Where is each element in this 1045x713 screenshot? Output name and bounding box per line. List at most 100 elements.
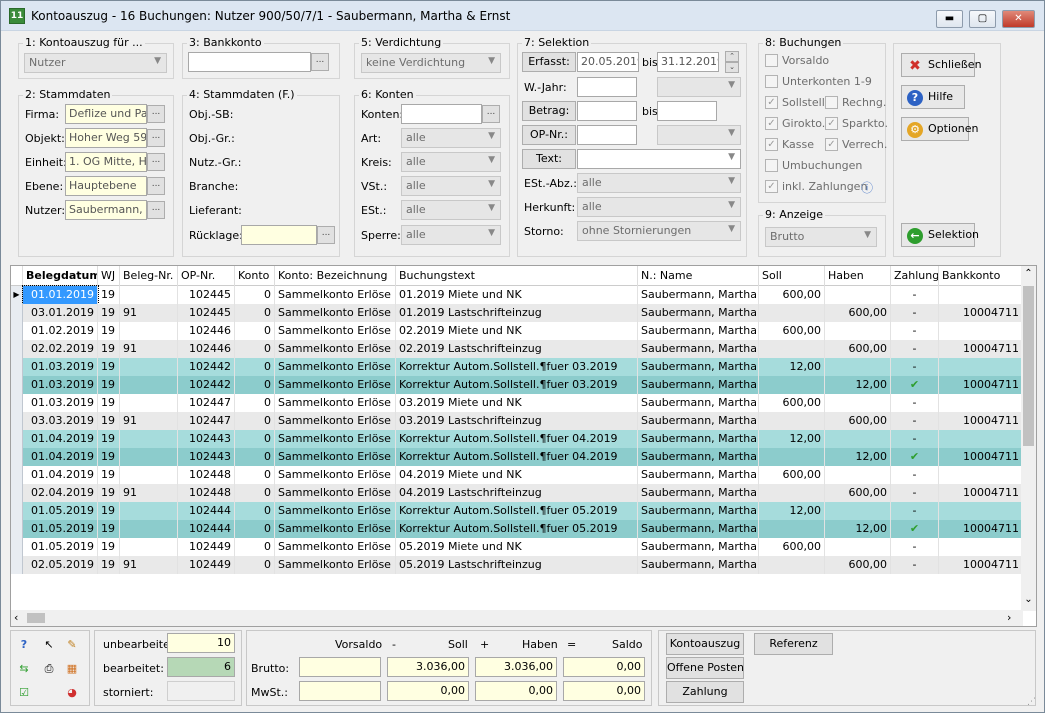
row-selector[interactable]: [11, 538, 23, 556]
row-selector[interactable]: [11, 340, 23, 358]
column-header[interactable]: Haben: [825, 266, 891, 286]
sperre-select[interactable]: alle ▼: [401, 225, 501, 245]
spin-up-button[interactable]: ⌃: [725, 51, 739, 62]
row-selector[interactable]: [11, 394, 23, 412]
row-selector[interactable]: [11, 322, 23, 340]
einheit-field[interactable]: 1. OG Mitte, Ho: [65, 152, 147, 172]
opnr-select[interactable]: ▼: [657, 125, 741, 145]
vorsaldo-checkbox[interactable]: [765, 54, 778, 67]
table-row[interactable]: 03.01.2019 19 91 102445 0 Sammelkonto Erlöse 0…: [11, 304, 1023, 322]
offene-posten-button[interactable]: Offene Posten: [666, 657, 744, 679]
column-header[interactable]: OP-Nr.: [178, 266, 235, 286]
anzeige-select[interactable]: Brutto ▼: [765, 227, 877, 247]
close-window-button[interactable]: ✕: [1002, 10, 1035, 28]
grid-icon[interactable]: ▦: [63, 659, 81, 677]
column-header[interactable]: Belegdatum: [23, 266, 98, 286]
inkl-zahlungen-checkbox[interactable]: ✓: [765, 180, 778, 193]
checkbox-icon[interactable]: ☑: [15, 683, 33, 701]
wjahr-select[interactable]: ▼: [657, 77, 741, 97]
betrag-to-field[interactable]: [657, 101, 717, 121]
row-selector[interactable]: [11, 502, 23, 520]
row-selector[interactable]: [11, 466, 23, 484]
kontoauszug-button[interactable]: Kontoauszug: [666, 633, 744, 655]
horizontal-scrollbar[interactable]: ‹ ›: [11, 610, 1023, 626]
column-header[interactable]: Konto: Bezeichnung: [275, 266, 396, 286]
table-row[interactable]: 02.02.2019 19 91 102446 0 Sammelkonto Erlöse 0…: [11, 340, 1023, 358]
maximize-button[interactable]: ▢: [969, 10, 996, 28]
row-selector[interactable]: [11, 484, 23, 502]
table-row[interactable]: 01.05.2019 19 102444 0 Sammelkonto Erlöse Kor…: [11, 520, 1023, 538]
row-selector[interactable]: [11, 376, 23, 394]
spin-down-button[interactable]: ⌄: [725, 62, 739, 73]
column-header[interactable]: Soll: [759, 266, 825, 286]
nutzer-browse-button[interactable]: ...: [147, 201, 165, 219]
row-selector[interactable]: [11, 556, 23, 574]
sparkto-checkbox[interactable]: ✓: [825, 117, 838, 130]
betrag-button[interactable]: Betrag:: [522, 101, 576, 121]
rechng-checkbox[interactable]: [825, 96, 838, 109]
ebene-browse-button[interactable]: ...: [147, 177, 165, 195]
verdichtung-select[interactable]: keine Verdichtung ▼: [361, 53, 501, 73]
column-header[interactable]: Buchungstext: [396, 266, 638, 286]
erfasst-button[interactable]: Erfasst:: [522, 52, 576, 72]
objekt-field[interactable]: Hoher Weg 59 ·: [65, 128, 147, 148]
column-header[interactable]: N.: Name: [638, 266, 759, 286]
objekt-browse-button[interactable]: ...: [147, 129, 165, 147]
column-header[interactable]: WJ: [98, 266, 120, 286]
referenz-button[interactable]: Referenz: [754, 633, 833, 655]
table-row[interactable]: 01.05.2019 19 102449 0 Sammelkonto Erlöse 05.…: [11, 538, 1023, 556]
info-icon[interactable]: ⓘ: [861, 179, 873, 196]
hscroll-thumb[interactable]: [27, 613, 45, 623]
optionen-button[interactable]: ⚙ Optionen: [901, 117, 978, 141]
wjahr-field[interactable]: [577, 77, 637, 97]
ruecklage-browse-button[interactable]: ...: [317, 226, 335, 244]
scroll-thumb[interactable]: [1023, 286, 1034, 446]
kasse-checkbox[interactable]: ✓: [765, 138, 778, 151]
firma-browse-button[interactable]: ...: [147, 105, 165, 123]
estabz-select[interactable]: alle ▼: [577, 173, 741, 193]
table-row[interactable]: 01.03.2019 19 102447 0 Sammelkonto Erlöse 03.…: [11, 394, 1023, 412]
betrag-from-field[interactable]: [577, 101, 637, 121]
verrech-checkbox[interactable]: ✓: [825, 138, 838, 151]
table-row[interactable]: 01.03.2019 19 102442 0 Sammelkonto Erlöse Kor…: [11, 358, 1023, 376]
umbuchungen-checkbox[interactable]: [765, 159, 778, 172]
table-row[interactable]: 02.05.2019 19 91 102449 0 Sammelkonto Erlöse 0…: [11, 556, 1023, 574]
pie-chart-icon[interactable]: ◕: [63, 683, 81, 701]
opnr-field[interactable]: [577, 125, 637, 145]
vst-select[interactable]: alle ▼: [401, 176, 501, 196]
text-button[interactable]: Text:: [522, 149, 576, 169]
est-select[interactable]: alle ▼: [401, 200, 501, 220]
row-selector[interactable]: ▶: [11, 286, 23, 304]
erfasst-to-field[interactable]: 31.12.2019: [657, 52, 719, 72]
opnr-button[interactable]: OP-Nr.:: [522, 125, 576, 145]
row-selector[interactable]: [11, 412, 23, 430]
selektion-button[interactable]: ← Selektion: [901, 223, 979, 247]
row-selector[interactable]: [11, 430, 23, 448]
table-row[interactable]: 01.05.2019 19 102444 0 Sammelkonto Erlöse Kor…: [11, 502, 1023, 520]
storno-select[interactable]: ohne Stornierungen ▼: [577, 221, 741, 241]
sollstell-checkbox[interactable]: ✓: [765, 96, 778, 109]
herkunft-select[interactable]: alle ▼: [577, 197, 741, 217]
firma-field[interactable]: Deflize und Part: [65, 104, 147, 124]
table-row[interactable]: 02.04.2019 19 91 102448 0 Sammelkonto Erlöse 0…: [11, 484, 1023, 502]
kontoauszug-fuer-select[interactable]: Nutzer ▼: [24, 53, 167, 73]
help-icon[interactable]: ?: [15, 635, 33, 653]
einheit-browse-button[interactable]: ...: [147, 153, 165, 171]
table-row[interactable]: 01.03.2019 19 102442 0 Sammelkonto Erlöse Kor…: [11, 376, 1023, 394]
minimize-button[interactable]: ▬: [936, 10, 963, 28]
row-selector[interactable]: [11, 448, 23, 466]
column-header[interactable]: Bankkonto: [939, 266, 1023, 286]
bankkonto-browse-button[interactable]: ...: [311, 53, 329, 71]
ruecklage-field[interactable]: [241, 225, 317, 245]
pencil-icon[interactable]: ✎: [63, 635, 81, 653]
row-selector[interactable]: [11, 520, 23, 538]
table-row[interactable]: 01.02.2019 19 102446 0 Sammelkonto Erlöse 02.…: [11, 322, 1023, 340]
bankkonto-field[interactable]: [188, 52, 311, 72]
scroll-right-icon[interactable]: ›: [1007, 611, 1011, 624]
table-row[interactable]: 01.04.2019 19 102448 0 Sammelkonto Erlöse 04.…: [11, 466, 1023, 484]
kreis-select[interactable]: alle ▼: [401, 152, 501, 172]
hilfe-button[interactable]: ? Hilfe: [901, 85, 965, 109]
girokto-checkbox[interactable]: ✓: [765, 117, 778, 130]
scroll-down-icon[interactable]: ⌄: [1023, 594, 1034, 605]
table-row[interactable]: 01.04.2019 19 102443 0 Sammelkonto Erlöse Kor…: [11, 430, 1023, 448]
